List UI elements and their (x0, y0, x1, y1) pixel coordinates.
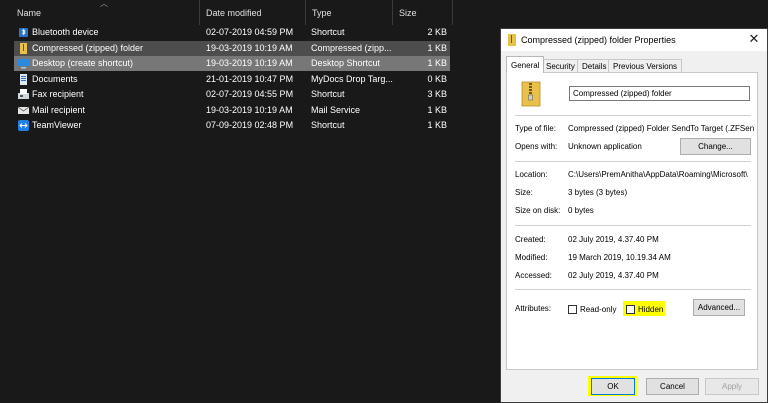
tab-security[interactable]: Security (541, 59, 580, 72)
tab-general[interactable]: General (506, 56, 545, 73)
bluetooth-icon (19, 28, 28, 37)
hidden-label[interactable]: Hidden (638, 305, 663, 314)
zip-folder-icon (521, 81, 541, 107)
fax-icon (18, 89, 29, 99)
file-size: 1 KB (427, 105, 447, 115)
divider (515, 289, 751, 290)
file-size: 3 KB (427, 89, 447, 99)
size-value: 3 bytes (3 bytes) (568, 188, 628, 197)
created-label: Created: (515, 235, 546, 244)
modified-label: Modified: (515, 253, 548, 262)
desktop-icon (18, 59, 29, 69)
apply-button[interactable]: Apply (705, 378, 759, 395)
file-name: Compressed (zipped) folder (32, 43, 144, 53)
general-panel: Compressed (zipped) folder Type of file:… (506, 72, 758, 370)
size-label: Size: (515, 188, 533, 197)
column-header-type[interactable]: Type (306, 0, 393, 25)
readonly-checkbox[interactable] (568, 305, 577, 314)
file-row[interactable]: Mail recipient 19-03-2019 10:19 AM Mail … (14, 103, 450, 118)
file-name: Documents (32, 74, 78, 84)
column-header-size[interactable]: Size (393, 0, 453, 25)
cancel-button[interactable]: Cancel (646, 378, 699, 395)
file-type: Shortcut (311, 120, 345, 130)
dialog-title: Compressed (zipped) folder Properties (521, 35, 676, 45)
file-name: Fax recipient (32, 89, 84, 99)
tab-details[interactable]: Details (577, 59, 612, 72)
file-type: Compressed (zipp... (311, 43, 392, 53)
file-type: Shortcut (311, 89, 345, 99)
file-type: Shortcut (311, 27, 345, 37)
hidden-checkbox[interactable] (626, 305, 635, 314)
created-value: 02 July 2019, 4.37.40 PM (568, 235, 659, 244)
file-row[interactable]: Fax recipient 02-07-2019 04:55 PM Shortc… (14, 87, 450, 102)
file-row[interactable]: TeamViewer 07-09-2019 02:48 PM Shortcut … (14, 118, 450, 133)
file-date: 19-03-2019 10:19 AM (206, 105, 293, 115)
file-row[interactable]: Compressed (zipped) folder 19-03-2019 10… (14, 41, 450, 56)
size-on-disk-value: 0 bytes (568, 206, 594, 215)
column-header-date[interactable]: Date modified (200, 0, 306, 25)
file-row[interactable]: Documents 21-01-2019 10:47 PM MyDocs Dro… (14, 72, 450, 87)
file-type: MyDocs Drop Targ... (311, 74, 393, 84)
location-label: Location: (515, 170, 548, 179)
opens-with-value: Unknown application (568, 142, 642, 151)
column-header-name-label: Name (17, 8, 42, 18)
file-size: 0 KB (427, 74, 447, 84)
type-label: Type of file: (515, 124, 556, 133)
column-header-date-label: Date modified (206, 8, 262, 18)
file-row[interactable]: Bluetooth device 02-07-2019 04:59 PM Sho… (14, 25, 450, 40)
documents-icon (20, 74, 27, 85)
file-row[interactable]: Desktop (create shortcut) 19-03-2019 10:… (14, 56, 450, 71)
divider (515, 225, 751, 226)
opens-with-label: Opens with: (515, 142, 558, 151)
file-type: Desktop Shortcut (311, 58, 381, 68)
accessed-value: 02 July 2019, 4.37.40 PM (568, 271, 659, 280)
tab-previous-versions[interactable]: Previous Versions (608, 59, 683, 72)
file-size: 1 KB (427, 58, 447, 68)
column-header-size-label: Size (399, 8, 417, 18)
zip-folder-icon (20, 43, 27, 54)
file-name: Mail recipient (32, 105, 86, 115)
divider (515, 115, 751, 116)
close-icon[interactable]: ✕ (747, 32, 761, 46)
file-name-field[interactable]: Compressed (zipped) folder (569, 86, 750, 101)
file-name: Desktop (create shortcut) (32, 58, 134, 68)
sort-up-icon: ︿ (100, 0, 108, 8)
file-name: Bluetooth device (32, 27, 99, 37)
modified-value: 19 March 2019, 10.19.34 AM (568, 253, 671, 262)
mail-icon (18, 106, 29, 114)
size-on-disk-label: Size on disk: (515, 206, 561, 215)
file-date: 19-03-2019 10:19 AM (206, 43, 293, 53)
column-header-type-label: Type (312, 8, 332, 18)
divider (515, 161, 751, 162)
file-size: 1 KB (427, 120, 447, 130)
file-date: 19-03-2019 10:19 AM (206, 58, 293, 68)
file-date: 02-07-2019 04:55 PM (206, 89, 294, 99)
file-name: TeamViewer (32, 120, 82, 130)
readonly-label[interactable]: Read-only (580, 305, 616, 314)
ok-button[interactable]: OK (591, 378, 635, 395)
type-value: Compressed (zipped) Folder SendTo Target… (568, 124, 754, 133)
attributes-label: Attributes: (515, 304, 552, 313)
change-button[interactable]: Change... (680, 138, 751, 155)
file-date: 07-09-2019 02:48 PM (206, 120, 294, 130)
file-type: Mail Service (311, 105, 361, 115)
dialog-titlebar[interactable]: Compressed (zipped) folder Properties ✕ (501, 29, 767, 51)
advanced-button[interactable]: Advanced... (693, 299, 745, 316)
file-date: 02-07-2019 04:59 PM (206, 27, 294, 37)
zip-folder-icon (508, 34, 516, 46)
teamviewer-icon (18, 120, 29, 131)
file-date: 21-01-2019 10:47 PM (206, 74, 294, 84)
column-header-name[interactable]: ︿ Name (0, 0, 200, 25)
file-size: 2 KB (427, 27, 447, 37)
properties-dialog: Compressed (zipped) folder Properties ✕ … (500, 28, 768, 403)
location-value: C:\Users\PremAnitha\AppData\Roaming\Micr… (568, 170, 748, 179)
accessed-label: Accessed: (515, 271, 552, 280)
file-size: 1 KB (427, 43, 447, 53)
